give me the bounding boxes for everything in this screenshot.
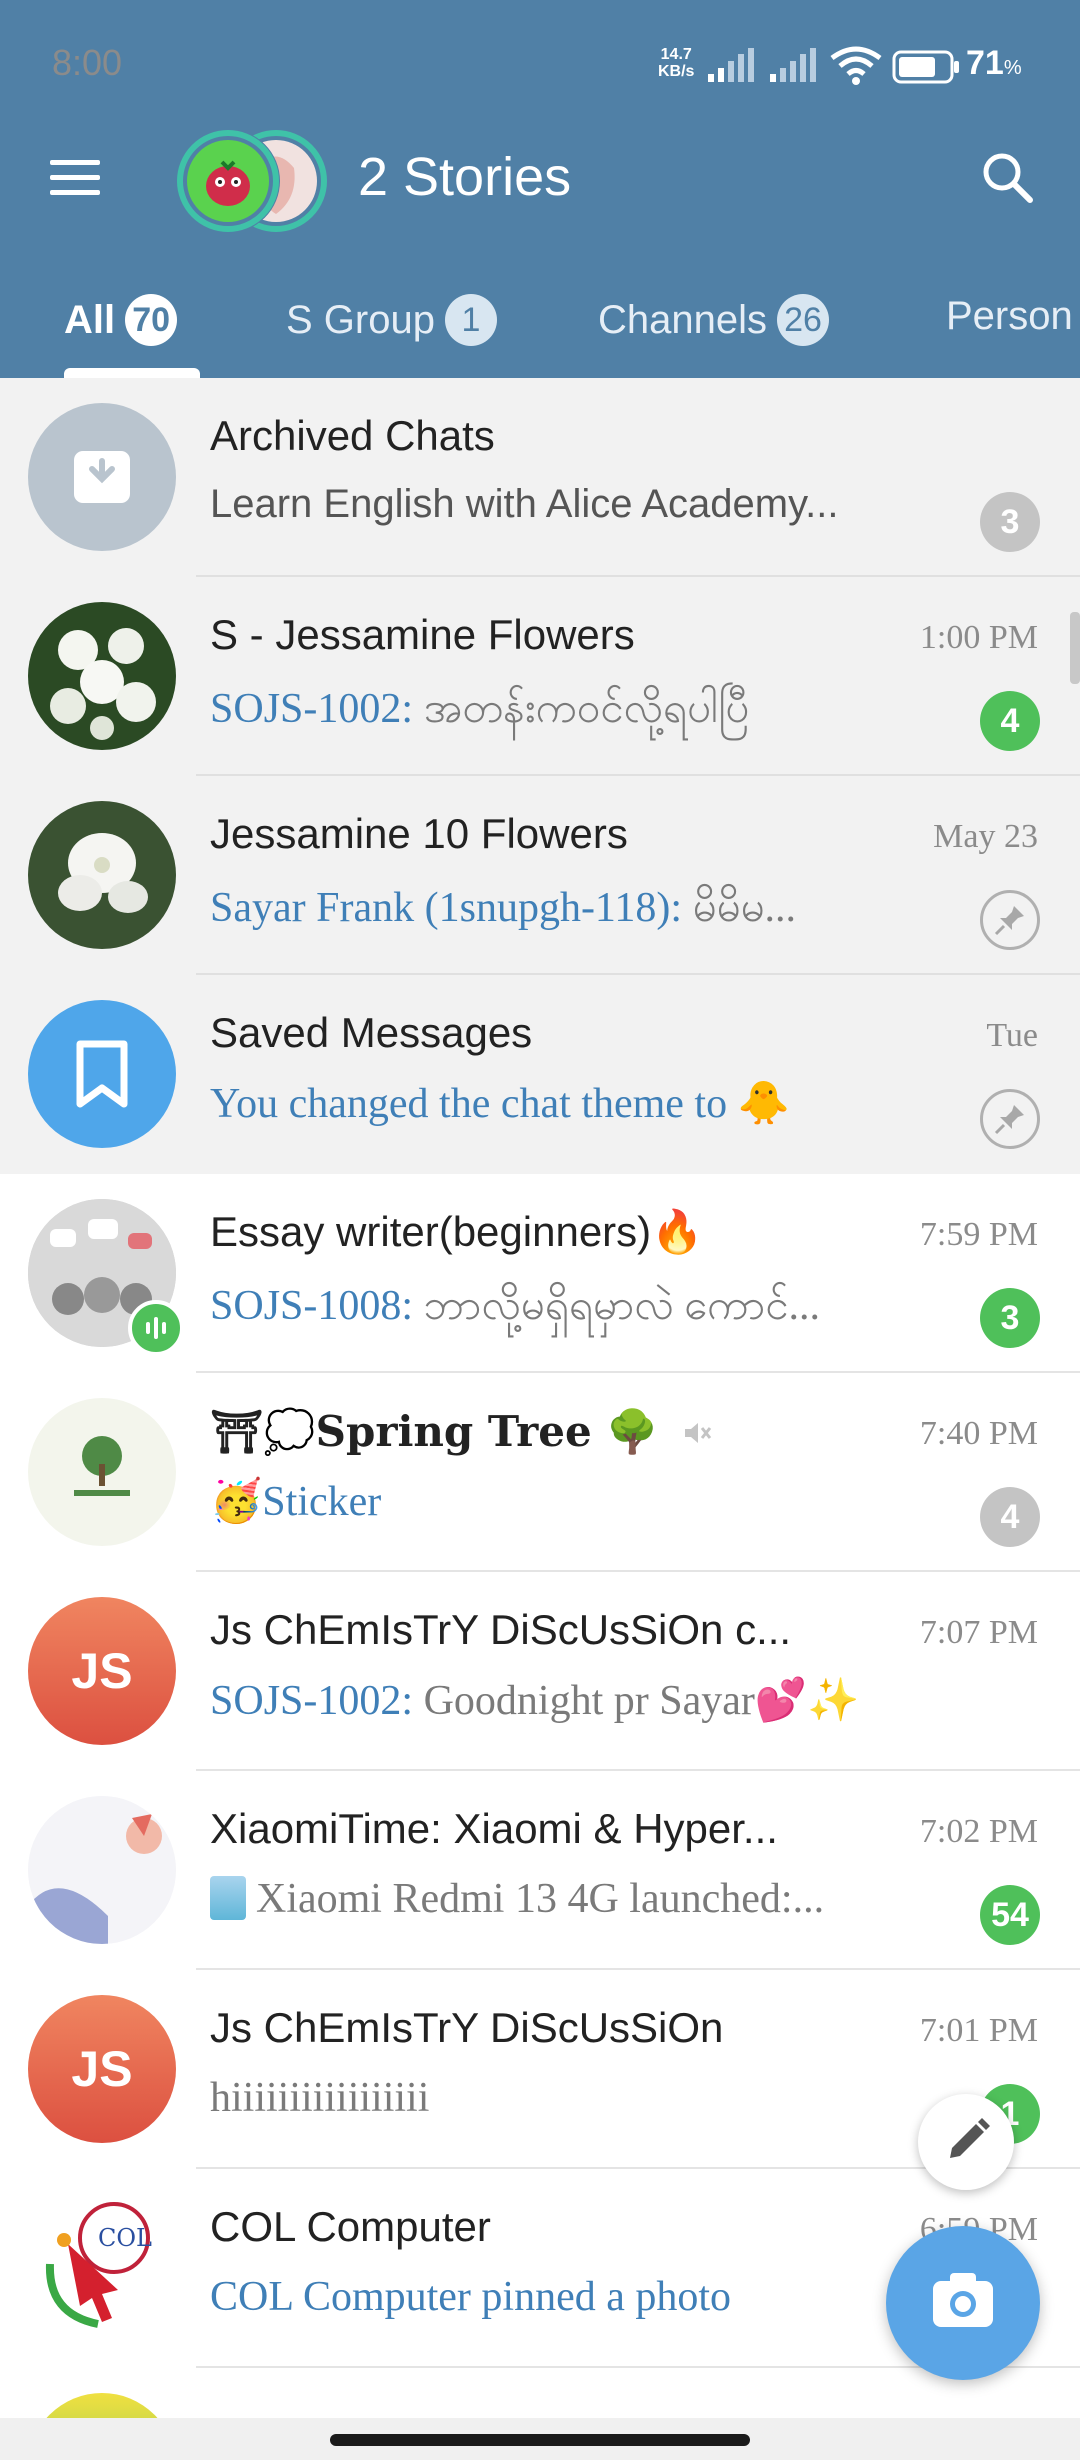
voice-chat-icon	[128, 1300, 184, 1356]
unread-badge: 3	[980, 1288, 1040, 1348]
home-gesture-handle[interactable]	[330, 2434, 750, 2446]
chat-time: 7:59 PM	[919, 1216, 1038, 1253]
chat-preview: SOJS-1002: Goodnight pr Sayar💕✨	[210, 1678, 860, 1724]
avatar	[28, 602, 176, 750]
pin-icon	[980, 1089, 1040, 1149]
page-title[interactable]: 2 Stories	[358, 146, 571, 208]
battery-percent: 71%	[966, 44, 1022, 82]
compose-button[interactable]	[918, 2094, 1014, 2190]
tab-channels[interactable]: Channels 26	[598, 294, 830, 346]
unread-badge: 4	[980, 1487, 1040, 1547]
chat-name: Js ChEmIsTrY DiScUsSiOn c...	[210, 1606, 792, 1653]
clock: 8:00	[52, 42, 123, 83]
svg-text:COL: COL	[98, 2224, 152, 2252]
status-bar: 8:00 14.7 KB/s 71%	[0, 0, 1080, 130]
chat-row[interactable]: XiaomiTime: Xiaomi & Hyper... 7:02 PM Xi…	[0, 1771, 1080, 1970]
chat-name: Archived Chats	[210, 412, 495, 459]
menu-icon[interactable]	[44, 150, 108, 206]
pencil-icon	[950, 2118, 990, 2158]
avatar	[28, 1796, 176, 1944]
avatar	[28, 2393, 176, 2418]
chat-preview: You changed the chat theme to 🐥	[210, 1081, 790, 1127]
archived-chats-row[interactable]: Archived Chats Learn English with Alice …	[0, 378, 1080, 577]
pin-icon	[980, 890, 1040, 950]
chat-row[interactable]: Saved Messages Tue You changed the chat …	[0, 975, 1080, 1174]
chat-time: 1:00 PM	[919, 619, 1038, 656]
camera-icon	[933, 2273, 993, 2327]
chat-name: XiaomiTime: Xiaomi & Hyper...	[210, 1805, 778, 1852]
tab-person[interactable]: Person	[946, 294, 1073, 339]
chat-name: Js ChEmIsTrY DiScUsSiOn	[210, 2004, 724, 2051]
chat-time: 7:07 PM	[919, 1614, 1038, 1651]
avatar	[28, 1398, 176, 1546]
unread-badge: 4	[980, 691, 1040, 751]
avatar	[28, 801, 176, 949]
chat-time: 7:02 PM	[919, 1813, 1038, 1850]
tab-s-group[interactable]: S Group 1	[286, 294, 497, 346]
scrollbar[interactable]	[1070, 612, 1080, 684]
network-speed: 14.7 KB/s	[658, 46, 695, 80]
chat-preview: SOJS-1008: ဘာလို့မရှိရမှာလဲ ကောင်...	[210, 1283, 820, 1329]
chat-name: ⛩💭Spring Tree 🌳	[210, 1407, 713, 1457]
chat-preview: Xiaomi Redmi 13 4G launched:...	[210, 1875, 824, 1923]
tab-count-badge: 1	[444, 294, 497, 346]
signal-icon	[708, 48, 754, 82]
tab-count-badge: 26	[777, 294, 830, 346]
app-header: 8:00 14.7 KB/s 71% 2 Stories All 70 S Gr…	[0, 0, 1080, 378]
tab-all[interactable]: All 70	[64, 294, 178, 346]
chat-preview: 🥳Sticker	[210, 1479, 382, 1525]
muted-icon	[685, 1423, 712, 1443]
avatar: JS	[28, 1597, 176, 1745]
chat-name: Essay writer(beginners)🔥	[210, 1208, 704, 1255]
bookmark-icon	[28, 1000, 176, 1148]
tab-count-badge: 70	[125, 294, 178, 346]
chat-name: Saved Messages	[210, 1009, 533, 1056]
unread-badge: 3	[980, 492, 1040, 552]
chat-preview: Sayar Frank (1snupgh-118): မိမိမ...	[210, 885, 797, 931]
chat-time: May 23	[933, 818, 1038, 855]
chat-name: Jessamine 10 Flowers	[210, 810, 628, 857]
chat-time: 7:40 PM	[919, 1415, 1038, 1452]
thumbnail-image	[210, 1876, 246, 1920]
chat-row[interactable]: Jessamine 10 Flowers May 23 Sayar Frank …	[0, 776, 1080, 975]
chat-name: COL Computer	[210, 2203, 491, 2250]
chat-name: S - Jessamine Flowers	[210, 611, 635, 658]
chat-preview: Learn English with Alice Academy...	[210, 482, 839, 526]
archive-icon	[28, 403, 176, 551]
chat-preview: hiiiiiiiiiiiiiiiii	[210, 2075, 430, 2121]
chat-preview: COL Computer pinned a photo	[210, 2274, 732, 2320]
chat-row[interactable]: ⛩💭Spring Tree 🌳 7:40 PM 🥳Sticker 4	[0, 1373, 1080, 1572]
unread-badge: 54	[980, 1885, 1040, 1945]
signal-icon	[770, 48, 816, 82]
chat-time: Tue	[986, 1017, 1038, 1054]
avatar: COL	[28, 2194, 176, 2342]
active-tab-indicator	[64, 368, 200, 378]
search-icon[interactable]	[976, 146, 1040, 210]
wifi-icon	[830, 46, 882, 85]
chat-preview: SOJS-1002: အတန်းကဝင်လို့ရပါပြီ	[210, 686, 750, 732]
folder-tabs: All 70 S Group 1 Channels 26 Person	[0, 280, 1080, 378]
chat-row[interactable]: Essay writer(beginners)🔥 7:59 PM SOJS-10…	[0, 1174, 1080, 1373]
chat-row[interactable]: S - Jessamine Flowers 1:00 PM SOJS-1002:…	[0, 577, 1080, 776]
stories-avatars[interactable]	[172, 126, 332, 236]
battery-icon	[892, 50, 959, 84]
camera-button[interactable]	[886, 2226, 1040, 2380]
chat-time: 7:01 PM	[919, 2012, 1038, 2049]
avatar: JS	[28, 1995, 176, 2143]
chat-row[interactable]: JS Js ChEmIsTrY DiScUsSiOn c... 7:07 PM …	[0, 1572, 1080, 1771]
